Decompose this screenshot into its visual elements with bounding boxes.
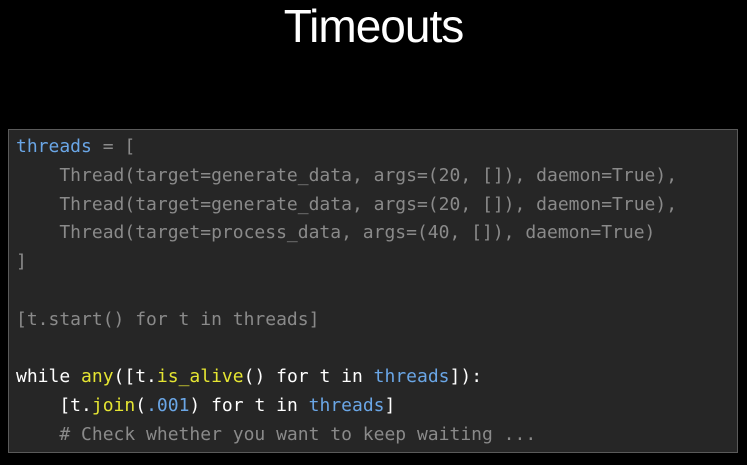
code-token-is-alive: is_alive xyxy=(156,366,244,388)
code-token-for: ) for t in xyxy=(189,395,309,417)
code-token-threads: threads xyxy=(16,136,92,157)
code-line-11-comment: # Check whether you want to keep waiting… xyxy=(16,423,537,445)
code-token-close: ] xyxy=(384,395,396,417)
code-line-1: threads = [ xyxy=(16,133,737,162)
code-token-close: ]): xyxy=(449,366,483,388)
code-token-join: join xyxy=(91,395,136,417)
code-token-while: while xyxy=(16,366,82,388)
code-block: threads = [ Thread(target=generate_data,… xyxy=(8,129,738,453)
slide-title: Timeouts xyxy=(283,0,464,52)
code-token-open: ([t. xyxy=(113,366,157,388)
code-line-2: Thread(target=generate_data, args=(20, [… xyxy=(16,164,678,186)
code-line-4: Thread(target=process_data, args=(40, []… xyxy=(16,222,656,244)
code-line-7: [t.start() for t in threads] xyxy=(16,308,320,330)
code-line-8-blank xyxy=(16,335,737,364)
code-token-any: any xyxy=(81,366,114,388)
code-token-number: .001 xyxy=(146,395,190,417)
code-line-6-blank xyxy=(16,277,737,306)
code-token-for: () for t in xyxy=(243,366,374,388)
code-token-open: [t. xyxy=(16,395,92,417)
code-token-threads: threads xyxy=(373,366,450,388)
code-token-paren: ( xyxy=(135,395,147,417)
code-line-9: while any([t.is_alive() for t in threads… xyxy=(16,363,737,392)
code-token-assign: = [ xyxy=(91,136,136,157)
code-line-10: [t.join(.001) for t in threads] xyxy=(16,392,737,421)
code-line-3: Thread(target=generate_data, args=(20, [… xyxy=(16,193,678,215)
code-token-threads: threads xyxy=(308,395,385,417)
code-line-5: ] xyxy=(16,251,27,273)
